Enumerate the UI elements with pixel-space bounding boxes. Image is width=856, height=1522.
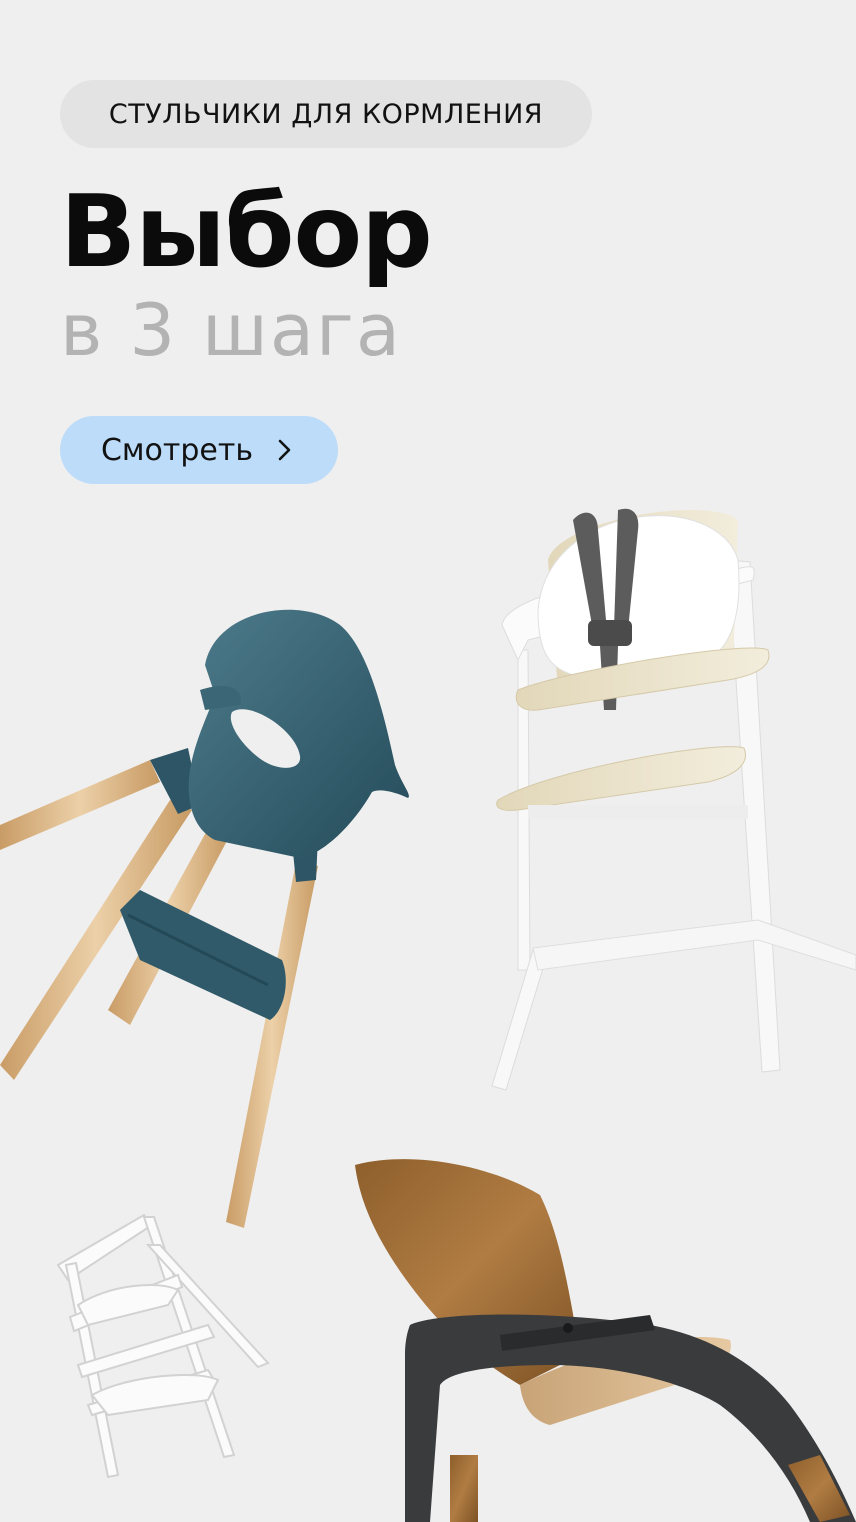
promo-banner[interactable]: СТУЛЬЧИКИ ДЛЯ КОРМЛЕНИЯ Выбор в 3 шага С…	[0, 0, 856, 1522]
white-highchair-image	[491, 508, 856, 1091]
teal-highchair-image	[0, 609, 409, 1228]
chevron-right-icon	[278, 439, 291, 461]
subheadline: в 3 шага	[60, 288, 402, 372]
category-label: СТУЛЬЧИКИ ДЛЯ КОРМЛЕНИЯ	[60, 80, 592, 148]
white-folding-chair-image	[56, 1213, 270, 1479]
view-button-label: Смотреть	[100, 432, 254, 468]
view-button[interactable]: Смотреть	[60, 416, 338, 484]
wood-dark-highchair-image	[355, 1159, 856, 1522]
headline: Выбор	[60, 173, 433, 290]
